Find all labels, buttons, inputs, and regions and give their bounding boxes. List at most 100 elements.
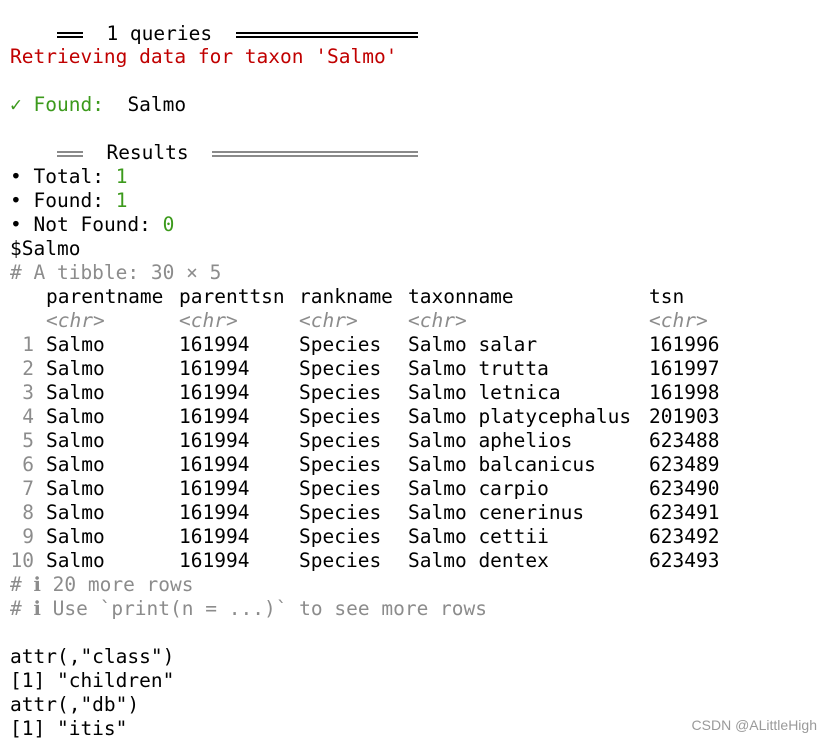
table-cell: Salmo cettii bbox=[408, 525, 549, 548]
table-cell: Species bbox=[299, 405, 382, 428]
attr-db-value: [1] "itis" bbox=[10, 717, 128, 740]
table-cell: Species bbox=[299, 333, 382, 356]
table-cell: 161994 bbox=[179, 405, 250, 428]
found-value: Salmo bbox=[127, 93, 187, 116]
column-type: <chr> bbox=[46, 309, 105, 332]
column-header: parenttsn bbox=[179, 285, 285, 308]
table-cell: Salmo balcanicus bbox=[408, 453, 596, 476]
table-cell: 161994 bbox=[179, 549, 250, 572]
table-cell: 161994 bbox=[179, 477, 250, 500]
table-cell: Salmo bbox=[46, 429, 105, 452]
table-row: 4 Salmo 161994 Species Salmo platycephalus 20… bbox=[10, 405, 825, 429]
table-row: 10 Salmo 161994 Species Salmo dentex 623493 bbox=[10, 549, 825, 573]
table-cell: Salmo salar bbox=[408, 333, 538, 356]
row-index: 9 bbox=[22, 525, 34, 548]
table-cell: 161997 bbox=[649, 357, 720, 380]
attr-class-line: attr(,"class") bbox=[10, 645, 175, 668]
table-type-row: <chr> <chr> <chr> <chr> <chr> bbox=[10, 309, 825, 333]
queries-count: 1 queries bbox=[106, 22, 213, 45]
table-cell: Salmo bbox=[46, 501, 105, 524]
column-type: <chr> bbox=[179, 309, 238, 332]
table-cell: Salmo aphelios bbox=[408, 429, 573, 452]
header-rule-right bbox=[235, 31, 418, 38]
table-row: 7 Salmo 161994 Species Salmo carpio 623490 bbox=[10, 477, 825, 501]
table-cell: Salmo bbox=[46, 381, 105, 404]
summary-total: • Total: 1 bbox=[10, 165, 128, 188]
table-cell: 161994 bbox=[179, 357, 250, 380]
header-rule-left bbox=[56, 31, 83, 38]
bullet-icon: • bbox=[10, 189, 22, 212]
table-cell: Salmo trutta bbox=[408, 357, 549, 380]
table-cell: Species bbox=[299, 501, 382, 524]
row-index: 1 bbox=[22, 333, 34, 356]
table-cell: 623489 bbox=[649, 453, 720, 476]
queries-header: 1 queries bbox=[10, 0, 418, 45]
table-cell: Salmo bbox=[46, 405, 105, 428]
table-cell: Species bbox=[299, 525, 382, 548]
table-cell: Species bbox=[299, 453, 382, 476]
table-cell: 623491 bbox=[649, 501, 720, 524]
table-cell: Species bbox=[299, 549, 382, 572]
table-row: 2 Salmo 161994 Species Salmo trutta 161997 bbox=[10, 357, 825, 381]
retrieving-message: Retrieving data for taxon 'Salmo' bbox=[10, 45, 398, 68]
table-cell: Salmo bbox=[46, 333, 105, 356]
table-cell: Salmo cenerinus bbox=[408, 501, 585, 524]
table-cell: Species bbox=[299, 381, 382, 404]
table-cell: 161994 bbox=[179, 525, 250, 548]
table-cell: Salmo bbox=[46, 357, 105, 380]
table-row: 5 Salmo 161994 Species Salmo aphelios 623488 bbox=[10, 429, 825, 453]
tibble-comment: # A tibble: 30 × 5 bbox=[10, 261, 222, 284]
table-header-row: parentname parenttsn rankname taxonname … bbox=[10, 285, 825, 309]
table-cell: Salmo bbox=[46, 525, 105, 548]
column-type: <chr> bbox=[408, 309, 467, 332]
table-row: 6 Salmo 161994 Species Salmo balcanicus 62348… bbox=[10, 453, 825, 477]
table-cell: 623488 bbox=[649, 429, 720, 452]
more-rows-comment: # ℹ 20 more rows bbox=[10, 573, 194, 596]
column-header: rankname bbox=[299, 285, 393, 308]
results-rule-left bbox=[56, 150, 83, 157]
row-index: 10 bbox=[10, 549, 34, 572]
table-cell: 201903 bbox=[649, 405, 720, 428]
print-hint-comment: # ℹ Use `print(n = ...)` to see more row… bbox=[10, 597, 488, 620]
row-index: 3 bbox=[22, 381, 34, 404]
table-cell: 161998 bbox=[649, 381, 720, 404]
row-index: 7 bbox=[22, 477, 34, 500]
row-index: 8 bbox=[22, 501, 34, 524]
table-cell: 161994 bbox=[179, 453, 250, 476]
table-cell: 161994 bbox=[179, 333, 250, 356]
results-rule-right bbox=[212, 150, 419, 157]
check-icon: ✓ bbox=[10, 93, 22, 116]
table-row: 8 Salmo 161994 Species Salmo cenerinus 623491 bbox=[10, 501, 825, 525]
column-header: tsn bbox=[649, 285, 685, 308]
table-cell: 623492 bbox=[649, 525, 720, 548]
list-name: $Salmo bbox=[10, 237, 81, 260]
summary-not-found: • Not Found: 0 bbox=[10, 213, 175, 236]
attr-db-line: attr(,"db") bbox=[10, 693, 140, 716]
table-row: 3 Salmo 161994 Species Salmo letnica 161998 bbox=[10, 381, 825, 405]
column-type: <chr> bbox=[299, 309, 358, 332]
results-header: Results bbox=[10, 117, 419, 164]
table-cell: Salmo bbox=[46, 453, 105, 476]
attr-class-value: [1] "children" bbox=[10, 669, 175, 692]
table-cell: Salmo dentex bbox=[408, 549, 549, 572]
bullet-icon: • bbox=[10, 165, 22, 188]
table-cell: 161994 bbox=[179, 501, 250, 524]
table-cell: 161994 bbox=[179, 381, 250, 404]
table-cell: 161996 bbox=[649, 333, 720, 356]
found-label: Found: bbox=[33, 93, 104, 116]
table-row: 1 Salmo 161994 Species Salmo salar 161996 bbox=[10, 333, 825, 357]
table-cell: 623493 bbox=[649, 549, 720, 572]
table-cell: Salmo letnica bbox=[408, 381, 561, 404]
bullet-icon: • bbox=[10, 213, 22, 236]
table-row: 9 Salmo 161994 Species Salmo cettii 623492 bbox=[10, 525, 825, 549]
table-cell: Salmo bbox=[46, 549, 105, 572]
table-cell: Species bbox=[299, 429, 382, 452]
table-cell: Species bbox=[299, 357, 382, 380]
column-header: parentname bbox=[46, 285, 164, 308]
summary-found: • Found: 1 bbox=[10, 189, 128, 212]
row-index: 6 bbox=[22, 453, 34, 476]
table-cell: Salmo carpio bbox=[408, 477, 549, 500]
found-line: ✓ Found: Salmo bbox=[10, 93, 186, 117]
row-index: 4 bbox=[22, 405, 34, 428]
table-cell: 161994 bbox=[179, 429, 250, 452]
